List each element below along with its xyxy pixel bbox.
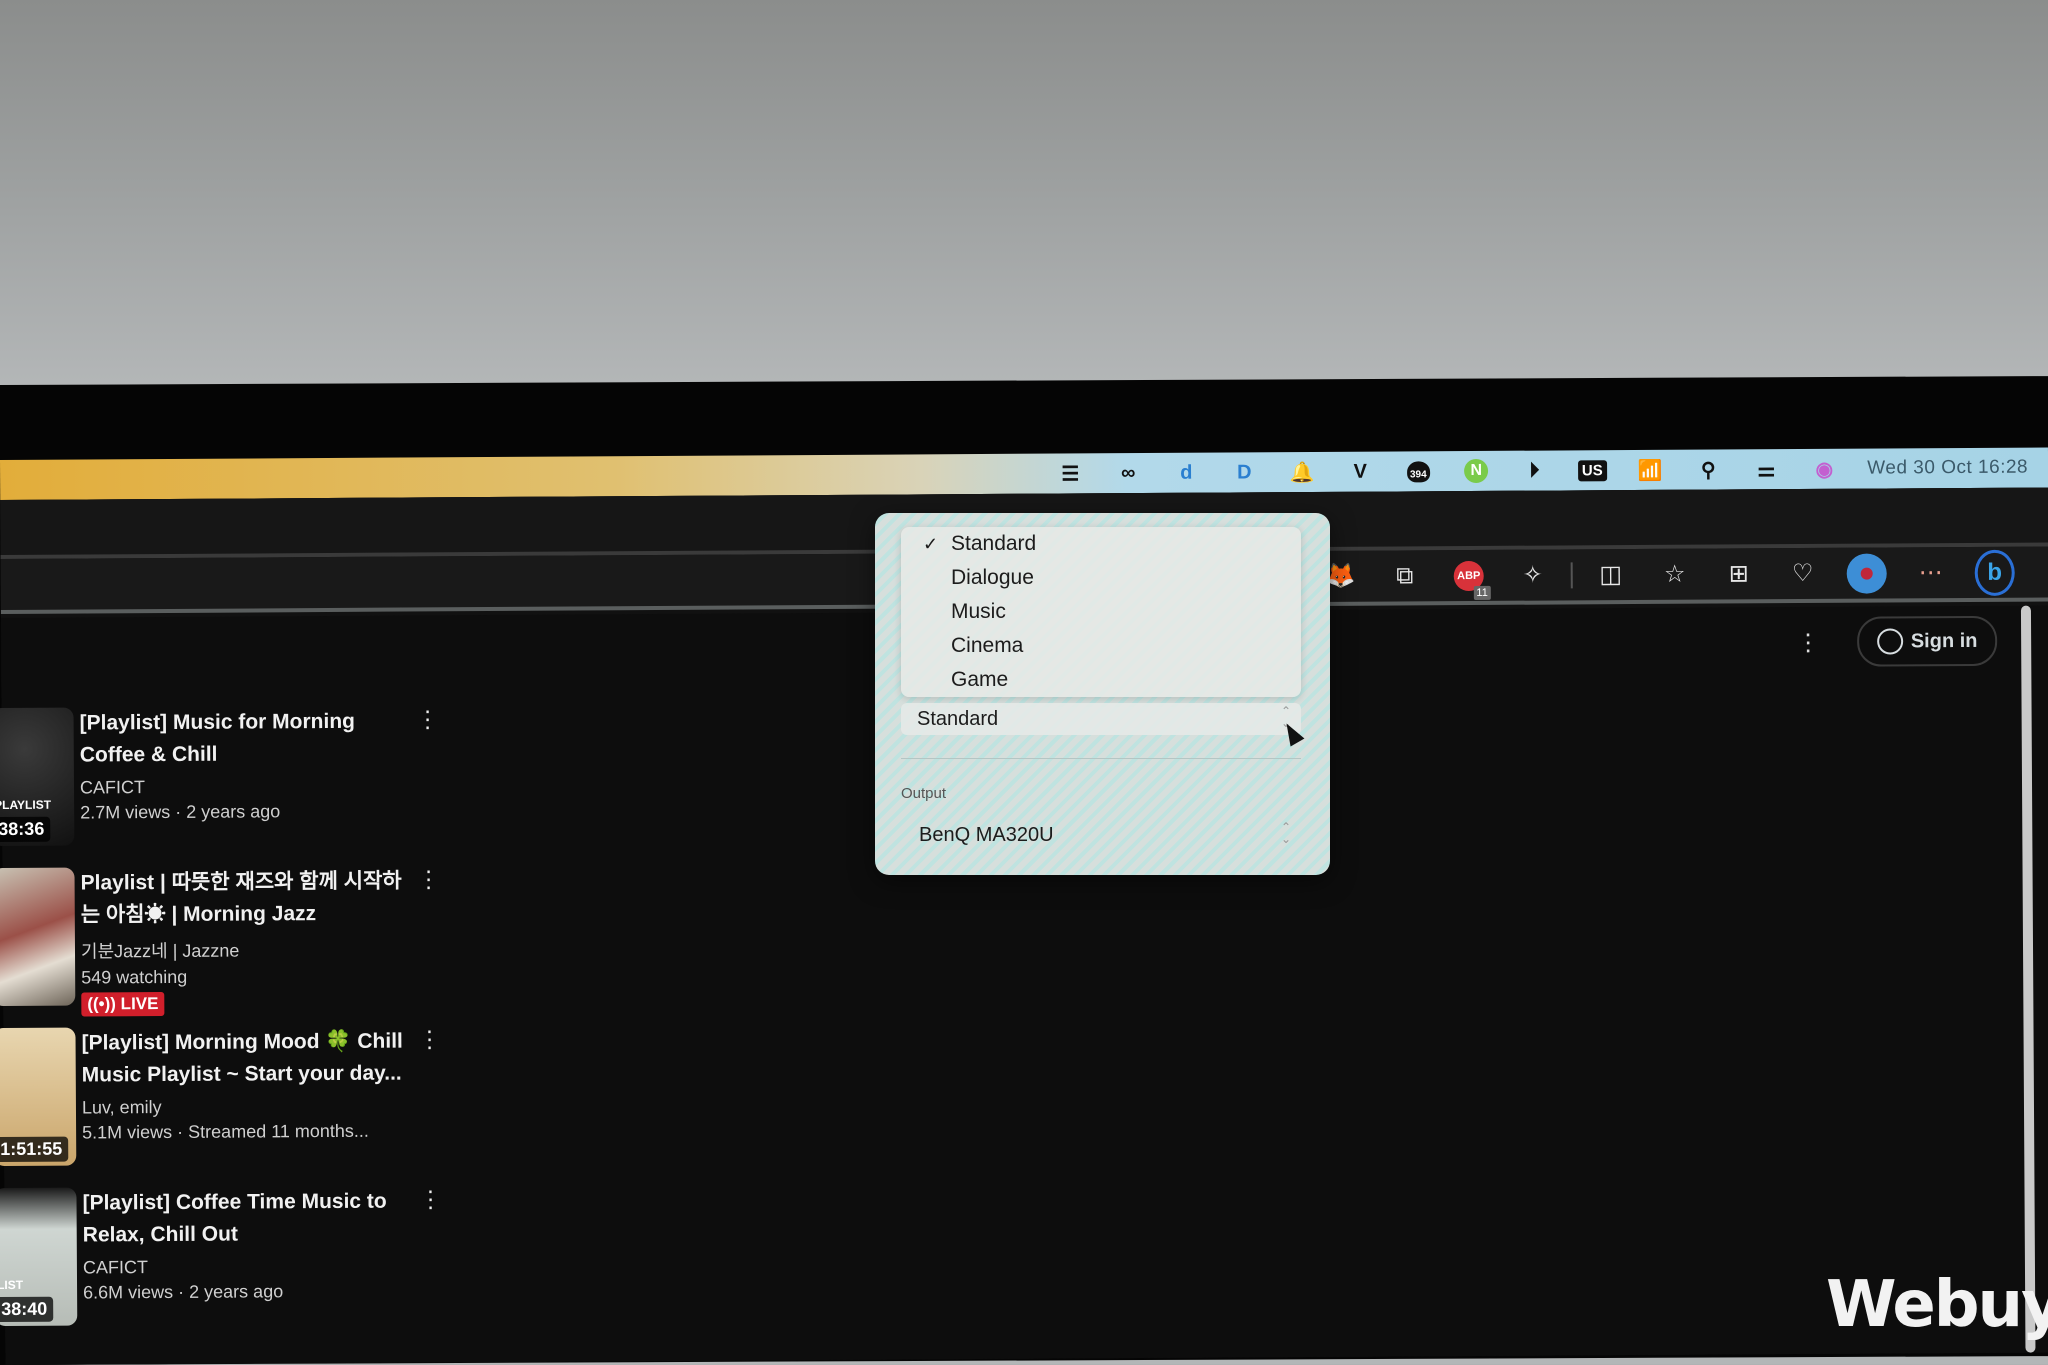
bing-copilot-icon[interactable]: b [1974,549,2015,596]
live-badge: ((•)) LIVE [81,992,165,1017]
video-menu-icon[interactable]: · · · [422,697,434,740]
video-item[interactable]: PLAYLIST 38:36 [Playlist] Music for Morn… [0,697,463,868]
sound-mode-popover: ✓ Standard Dialogue Music Cinema Game Sta… [875,513,1330,875]
video-age: Streamed 11 months... [188,1120,369,1142]
sign-in-button[interactable]: Sign in [1856,615,1998,667]
video-menu-icon[interactable]: · · · [424,1177,436,1220]
docs-icon[interactable]: D [1227,458,1261,486]
video-views: 6.6M views [83,1281,174,1303]
storage-badge: 394 [1406,460,1430,482]
divider [901,758,1301,759]
n-app-icon[interactable]: N [1459,457,1493,485]
siri-icon[interactable]: ◉ [1807,455,1841,483]
bartender-icon[interactable]: ☰ [1053,459,1087,487]
video-views: 2.7M views [80,801,171,823]
video-title[interactable]: [Playlist] Music for Morning Coffee & Ch… [80,705,420,771]
video-duration: 1:51:55 [0,1136,69,1163]
video-menu-icon[interactable]: · · · [423,1017,435,1060]
video-duration: 38:40 [0,1296,54,1323]
menu-item-music[interactable]: Music [901,595,1301,629]
video-channel[interactable]: CAFICT [80,775,420,798]
menu-item-label: Game [951,668,1009,691]
video-item[interactable]: Playlist | 따뜻한 재즈와 함께 시작하는 아침☀ | Morning… [0,857,463,1028]
sound-mode-value: Standard [917,707,999,730]
video-thumbnail[interactable] [0,867,76,1007]
video-meta: 5.1M views · Streamed 11 months... [82,1120,369,1143]
more-icon[interactable]: ⋯ [1911,553,1951,593]
watermark-logo: Webuy [1826,1268,2048,1342]
sound-mode-select[interactable]: Standard ⌃ ⌄ [901,703,1301,735]
toolbar-separator [1570,561,1573,588]
sign-in-label: Sign in [1910,629,1978,652]
page-scrollbar[interactable] [2020,605,2036,1353]
related-videos-list: PLAYLIST 38:36 [Playlist] Music for Morn… [0,697,466,1348]
settings-menu-icon[interactable]: · · · [1801,618,1815,664]
collections-icon[interactable]: ⊞ [1719,554,1759,594]
video-thumbnail[interactable]: 1:51:55 [0,1027,77,1167]
dictionary-icon[interactable]: d [1169,459,1203,487]
video-duration: 38:36 [0,816,51,843]
menu-item-game[interactable]: Game [901,663,1301,697]
keyboard-layout-icon[interactable]: US [1575,456,1609,484]
v-app-icon[interactable]: V [1343,458,1377,486]
video-thumbnail[interactable]: PLAYLIST 38:36 [0,707,75,847]
search-icon[interactable]: ⚲ [1691,455,1725,483]
menu-item-label: Music [951,600,1006,623]
keyboard-layout-label: US [1577,459,1607,481]
health-icon[interactable]: ♡ [1783,553,1823,593]
video-item[interactable]: LIST 38:40 [Playlist] Coffee Time Music … [0,1177,465,1348]
video-channel[interactable]: CAFICT [83,1255,423,1278]
menu-bar-clock[interactable]: Wed 30 Oct 16:28 [1867,457,2028,480]
split-screen-icon[interactable]: ◫ [1591,555,1631,595]
video-views: 5.1M views [82,1121,173,1143]
background-wall [0,0,2048,390]
thumbnail-label: PLAYLIST [0,797,52,813]
play-icon[interactable]: ⏵ [1517,457,1551,485]
sound-mode-menu: ✓ Standard Dialogue Music Cinema Game [901,527,1301,697]
output-select[interactable]: BenQ MA320U ⌃ ⌄ [901,815,1301,855]
menu-item-dialogue[interactable]: Dialogue [901,561,1301,595]
menu-item-standard[interactable]: ✓ Standard [901,527,1301,561]
control-center-icon[interactable]: ⚌ [1749,455,1783,483]
profile-dot-icon[interactable] [1846,552,1887,594]
menu-item-cinema[interactable]: Cinema [901,629,1301,663]
output-label: Output [901,785,947,802]
user-icon [1876,628,1903,655]
video-title[interactable]: [Playlist] Coffee Time Music to Relax, C… [82,1185,422,1251]
output-value: BenQ MA320U [919,823,1054,846]
video-channel[interactable]: Luv, emily [82,1095,422,1118]
video-viewers: 549 watching [81,966,188,988]
video-meta: 2.7M views · 2 years ago [80,801,281,823]
checkmark-icon: ✓ [923,533,939,554]
thumbnail-label: LIST [0,1277,24,1293]
favorites-icon[interactable]: ☆ [1655,554,1695,594]
adblock-icon[interactable]: ABP 11 [1449,555,1491,600]
menu-item-label: Dialogue [951,566,1034,589]
live-label: LIVE [120,994,159,1014]
video-title[interactable]: Playlist | 따뜻한 재즈와 함께 시작하는 아침☀ | Morning… [80,865,420,931]
video-item[interactable]: 1:51:55 [Playlist] Morning Mood 🍀 Chill … [0,1017,464,1188]
notification-bell-icon[interactable]: 🔔 [1285,458,1319,486]
video-meta: 6.6M views · 2 years ago [83,1281,284,1303]
adblock-count-badge: 11 [1473,585,1491,600]
menu-item-label: Standard [951,532,1037,555]
video-age: 2 years ago [186,801,281,822]
video-channel[interactable]: 기분Jazz네 | Jazzne [81,935,421,963]
storage-badge-icon[interactable]: 394 [1401,457,1435,485]
video-thumbnail[interactable]: LIST 38:40 [0,1187,78,1327]
chevron-updown-icon: ⌃ ⌄ [1280,820,1291,846]
extension-icon[interactable]: ⧉ [1385,556,1425,596]
creative-cloud-icon[interactable]: ∞ [1111,459,1145,487]
menu-item-label: Cinema [951,634,1024,657]
puzzle-extensions-icon[interactable]: ✧ [1513,555,1553,595]
video-age: 2 years ago [189,1281,284,1302]
video-title[interactable]: [Playlist] Morning Mood 🍀 Chill Music Pl… [81,1025,421,1091]
video-menu-icon[interactable]: · · · [422,857,434,900]
wifi-icon[interactable]: 📶 [1633,456,1667,484]
